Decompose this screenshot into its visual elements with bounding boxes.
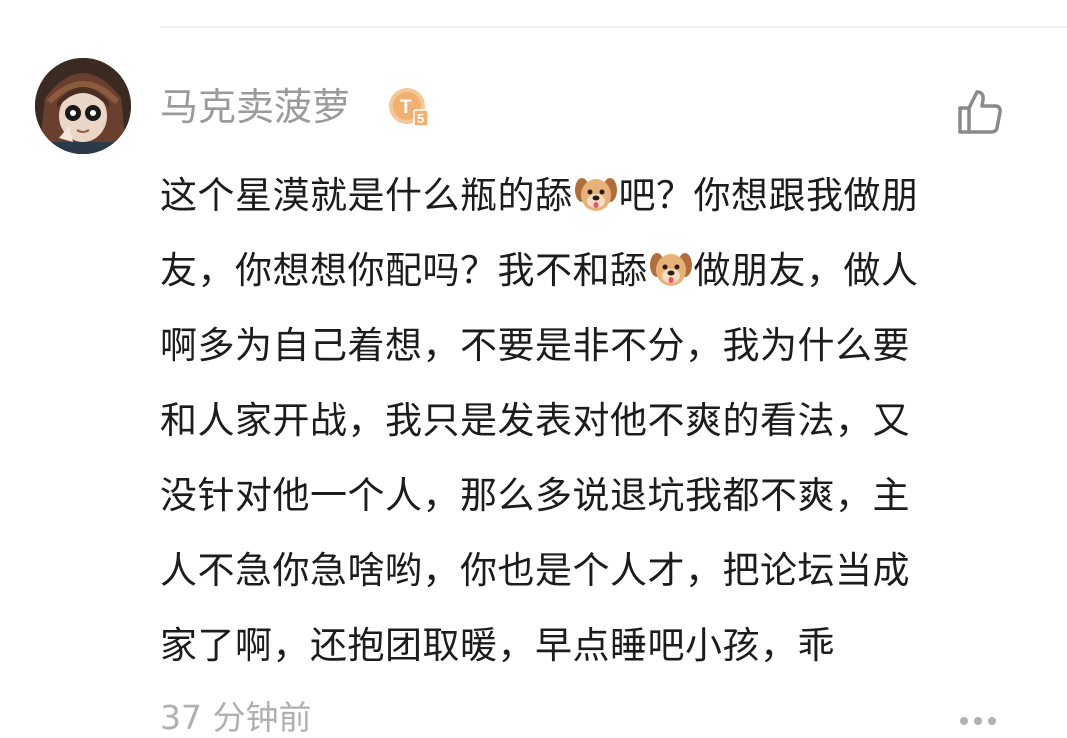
comment-text: 和人家开战，我只是发表对他不爽的看法，又: [160, 399, 910, 442]
comment-text: 吧？你想跟我做朋: [618, 174, 919, 217]
comment-line: 没针对他一个人，那么多说退坑我都不爽，主: [160, 458, 1020, 533]
comment-body: 这个星漠就是什么瓶的舔 吧？你想跟我做朋友，你想想你配吗？我不和舔 做朋友，做人啊多…: [160, 158, 1020, 683]
comment-text: 啊多为自己着想，不要是非不分，我为什么要: [160, 324, 910, 367]
comment-line: 友，你想想你配吗？我不和舔 做朋友，做人: [160, 233, 1020, 308]
more-options-icon[interactable]: [958, 712, 998, 725]
comment-line: 人不急你急啥哟，你也是个人才，把论坛当成: [160, 533, 1020, 608]
dog-face-emoji-icon: [574, 164, 618, 211]
dog-face-emoji-icon: [649, 239, 693, 286]
top-divider: [160, 26, 1067, 28]
comment-line: 这个星漠就是什么瓶的舔 吧？你想跟我做朋: [160, 158, 1020, 233]
comment-text: 没针对他一个人，那么多说退坑我都不爽，主: [160, 474, 910, 517]
comment-line: 啊多为自己着想，不要是非不分，我为什么要: [160, 308, 1020, 383]
comment-timestamp: 37 分钟前: [160, 698, 312, 737]
comment-line: 家了啊，还抱团取暖，早点睡吧小孩，乖: [160, 608, 1020, 683]
comment-text: 这个星漠就是什么瓶的舔: [160, 174, 573, 217]
svg-text:5: 5: [417, 111, 424, 126]
svg-text:T: T: [400, 97, 412, 118]
comment-text: 做朋友，做人: [693, 249, 919, 292]
comment-text: 人不急你急啥哟，你也是个人才，把论坛当成: [160, 549, 910, 592]
username[interactable]: 马克卖菠萝: [160, 84, 350, 130]
user-avatar[interactable]: [35, 58, 131, 154]
comment-line: 和人家开战，我只是发表对他不爽的看法，又: [160, 383, 1020, 458]
comment-text: 家了啊，还抱团取暖，早点睡吧小孩，乖: [160, 624, 835, 667]
level-badge-icon: T 5: [387, 86, 431, 130]
comment-text: 友，你想想你配吗？我不和舔: [160, 249, 648, 292]
thumbs-up-icon[interactable]: [956, 88, 1004, 136]
